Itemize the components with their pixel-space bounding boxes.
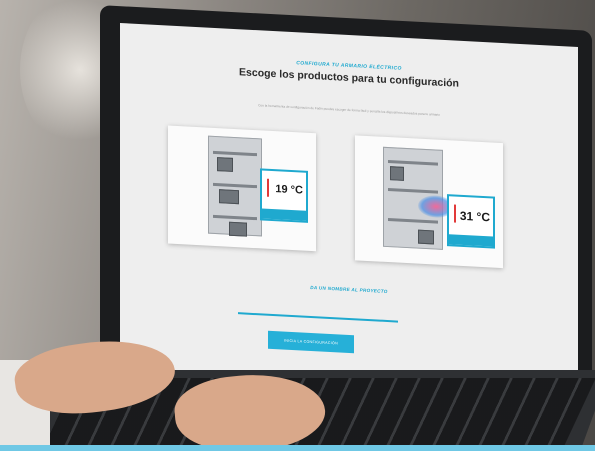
- thermometer-icon: [454, 204, 456, 223]
- din-rail: [213, 214, 257, 221]
- panel-bar: [449, 234, 493, 247]
- start-configuration-button[interactable]: INICIA LA CONFIGURACIÓN: [268, 330, 354, 354]
- laptop-screen: CONFIGURA TU ARMARIO ELÉCTRICO Escoge lo…: [120, 22, 578, 398]
- cabinet-illustration: [208, 135, 262, 237]
- device-module: [217, 157, 233, 172]
- temperature-panel: 31 °C: [447, 194, 495, 249]
- din-rail: [213, 150, 257, 157]
- device-module: [418, 229, 434, 245]
- temperature-value: 19 °C: [275, 183, 303, 197]
- temperature-value: 31 °C: [459, 208, 490, 225]
- din-rail: [388, 160, 438, 166]
- project-name-input[interactable]: [238, 312, 398, 323]
- din-rail: [388, 218, 438, 224]
- product-card-heater[interactable]: 19 °C: [168, 125, 316, 252]
- thermometer-icon: [267, 178, 269, 197]
- temperature-panel: 19 °C: [260, 168, 308, 223]
- project-name-label: DA UN NOMBRE AL PROYECTO: [310, 284, 388, 295]
- photo-scene: CONFIGURA TU ARMARIO ELÉCTRICO Escoge lo…: [0, 0, 595, 451]
- bottom-accent-strip: [0, 445, 595, 451]
- panel-bar: [262, 208, 306, 221]
- configurator-description: Con la herramienta de configuración de F…: [258, 103, 440, 117]
- cabinet-illustration: [383, 146, 454, 250]
- device-module: [219, 189, 239, 205]
- din-rail: [213, 182, 257, 189]
- product-card-fan[interactable]: 31 °C: [355, 135, 503, 269]
- device-module: [390, 166, 404, 181]
- device-module: [229, 221, 247, 237]
- din-rail: [388, 188, 438, 194]
